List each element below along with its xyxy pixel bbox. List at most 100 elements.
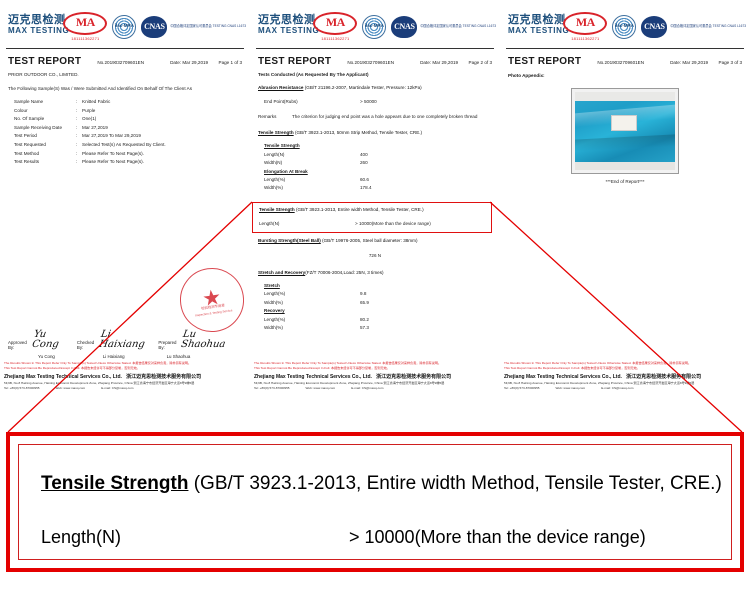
tensile-entire-standard: (GB/T 3923.1-2013, Entire width Method, …: [295, 207, 424, 212]
table-row: End Point(Rubs) > 50000: [258, 98, 492, 106]
info-value: Selected Test(s) As Requested By Client.: [82, 141, 166, 147]
letterhead: 迈克思检测 MAX TESTING MA 181111362271 ilac-M…: [500, 0, 750, 48]
end-of-report: ***End of Report***: [605, 179, 645, 184]
tensile-strip-heading: Tensile Strength (GB/T 3923.1-2013, 50mm…: [258, 130, 492, 135]
report-pages: 迈克思检测 MAX TESTING MA 181111362271 ilac-M…: [0, 0, 750, 430]
signature-names: Yu Cong Li Haixiang Lu Shaohua: [0, 350, 250, 359]
highlighted-tensile-box: Tensile Strength (GB/T 3923.1-2013, Enti…: [252, 202, 492, 233]
remarks-label: Remarks: [258, 114, 277, 120]
garment-care-label: [611, 115, 637, 132]
group-label: Stretch: [264, 283, 280, 288]
photo-background-bottom: [575, 162, 675, 170]
tensile-entire-heading-text: Tensile Strength: [259, 207, 295, 212]
prepared-by: Prepared By: Lu Shaohua: [158, 329, 232, 350]
row-value: > 10000(More than the device range): [355, 221, 431, 226]
callout-heading: Tensile Strength: [41, 473, 189, 494]
cnas-mark-icon: CNAS: [641, 15, 668, 38]
bursting-heading-text: Bursting Strength(Steel Ball): [258, 238, 321, 243]
magnified-callout-inner: Tensile Strength (GB/T 3923.1-2013, Enti…: [18, 444, 732, 560]
footer-company-en: Zhejiang Max Testing Technical Services …: [504, 373, 622, 380]
page-title: TEST REPORT: [258, 56, 332, 67]
abrasion-heading-text: Abrasion Resistance: [258, 85, 304, 90]
row-key: Length(%): [264, 291, 286, 297]
table-row: No. Of Sample : One(1): [14, 115, 250, 124]
row-key: Length(N): [264, 151, 285, 157]
table-row: Test Results : Please Refer To Next Page…: [14, 158, 250, 167]
signature-row: Approved By: Yu Cong Checked By: Li Haix…: [0, 329, 250, 350]
stretch-group-2: Recovery: [258, 307, 492, 315]
cnas-logo: CNAS 中国合格评定国家认可委员会 TESTING CNAS L1673: [141, 15, 246, 38]
row-key: Width(N): [264, 160, 283, 166]
footer-disclaimer-2: This Test Report Cannot Be Reproduced Ex…: [504, 366, 640, 370]
row-key: Length(N): [259, 221, 280, 226]
bursting-value: 726 N: [368, 253, 382, 258]
letterhead: 迈克思检测 MAX TESTING MA 181111362271 ilac-M…: [0, 0, 250, 48]
info-value: Mar 27,2019: [82, 124, 108, 130]
cnas-subtext: 中国合格评定国家认可委员会 TESTING CNAS L1673: [170, 24, 246, 29]
report-date: Date: Mar 29,2019: [670, 60, 709, 65]
prepared-by-name: Lu Shaohua: [166, 354, 191, 359]
photo-appendix-label: Photo Appendix:: [508, 73, 545, 78]
table-row: Test Method : Please Refer To Next Page(…: [14, 150, 250, 159]
brand-name-cn: 迈克思检测: [258, 14, 316, 26]
footer-address: 5F,9B, No.8 Haining Avenue, Haining Econ…: [4, 380, 195, 385]
ilac-mra-icon: ilac-MRA: [362, 14, 387, 39]
magnified-callout-box: Tensile Strength (GB/T 3923.1-2013, Enti…: [6, 432, 744, 572]
info-key: Test Results: [14, 159, 40, 165]
report-header-3: TEST REPORT No.2019032709601EN Date: Mar…: [500, 49, 750, 69]
group-label: Recovery: [264, 308, 285, 314]
info-key: Test Requested: [14, 141, 46, 147]
prepared-by-signature: Lu Shaohua: [180, 329, 227, 350]
stretch-heading: Stretch and Recovery(FZ/T 70006-2004,Loa…: [258, 270, 492, 275]
page-number: Page 2 of 3: [468, 60, 493, 65]
table-row: Test Requested : Selected Test(s) As Req…: [14, 141, 250, 150]
tests-conducted-heading: Tests Conducted (As Requested By The App…: [258, 72, 369, 77]
cnas-label: CNAS: [144, 21, 165, 31]
footer-company: Zhejiang Max Testing Technical Services …: [504, 373, 746, 380]
abrasion-section-heading: Abrasion Resistance (GB/T 21196.2-2007, …: [258, 85, 492, 90]
accreditation-marks: MA 181111362271 ilac-MRA CNAS 中国合格评定国家认可…: [563, 12, 746, 41]
table-row: Width(%) 65.9: [258, 299, 492, 307]
group-label: Tensile Strength: [264, 143, 300, 149]
info-value: Purple: [82, 107, 96, 113]
report-header-2: TEST REPORT No.2019032709601EN Date: Mar…: [250, 49, 500, 69]
footer-contacts: Tel: +86(0) 573-87000955 Web: www.maxq.c…: [504, 386, 746, 390]
brand-logo: 迈克思检测 MAX TESTING: [508, 14, 569, 36]
row-key: Length(%): [264, 177, 286, 183]
footer-tel: Tel: +86(0) 573-87000955: [4, 386, 40, 390]
sample-info-table: Sample Name : Knitted Fabric Colour : Pu…: [0, 91, 250, 167]
tensile-strip-group-2: Elongation At Break: [258, 168, 492, 176]
row-value: 260: [360, 160, 368, 166]
footer-company-cn: 浙江迈克思检测技术服务有限公司: [376, 373, 452, 380]
footer-email: E-mail: CS@maxq.com: [351, 386, 384, 390]
lower-test-sections: Bursting Strength(Steel Ball) (GB/T 1997…: [250, 238, 500, 332]
footer-company: Zhejiang Max Testing Technical Services …: [254, 373, 496, 380]
table-row: Test Period : Mar 27,2019 To Mar 29,2019: [14, 132, 250, 141]
footer-web: Web: www.maxq.com: [55, 386, 86, 390]
ilac-label: ilac-MRA: [364, 22, 384, 28]
info-key: Sample Receiving Date: [14, 124, 63, 130]
report-page-2: 迈克思检测 MAX TESTING MA 181111362271 ilac-M…: [250, 0, 500, 400]
table-row: Length(N) 400: [258, 151, 492, 159]
footer-web: Web: www.maxq.com: [555, 386, 586, 390]
footer-email: E-mail: CS@maxq.com: [601, 386, 634, 390]
brand-logo: 迈克思检测 MAX TESTING: [8, 14, 69, 36]
row-key: Width(%): [264, 185, 283, 191]
page-number: Page 1 of 3: [218, 60, 243, 65]
row-value: 80.2: [360, 316, 369, 322]
ilac-label: ilac-MRA: [614, 22, 634, 28]
cnas-subtext: 中国合格评定国家认可委员会 TESTING CNAS L1673: [670, 24, 746, 29]
cnas-label: CNAS: [644, 21, 665, 31]
row-value: 65.9: [360, 299, 369, 305]
tensile-strip-standard: (GB/T 3923.1-2013, 50mm Strip Method, Te…: [294, 130, 423, 136]
row-key: Length(%): [264, 316, 286, 322]
checked-by: Checked By: Li Haixiang: [76, 329, 148, 350]
report-number: No.2019032709601EN: [597, 60, 645, 65]
table-row: Sample Receiving Date : Mar 27,2019: [14, 124, 250, 133]
cnas-mark-icon: CNAS: [391, 15, 418, 38]
checked-by-label: Checked By:: [76, 340, 95, 350]
callout-standard: (GB/T 3923.1-2013, Entire width Method, …: [188, 473, 722, 494]
info-value: Please Refer To Next Page(s).: [82, 159, 144, 165]
table-row: Colour : Purple: [14, 107, 250, 116]
cma-logo: MA 181111362271: [63, 12, 108, 41]
